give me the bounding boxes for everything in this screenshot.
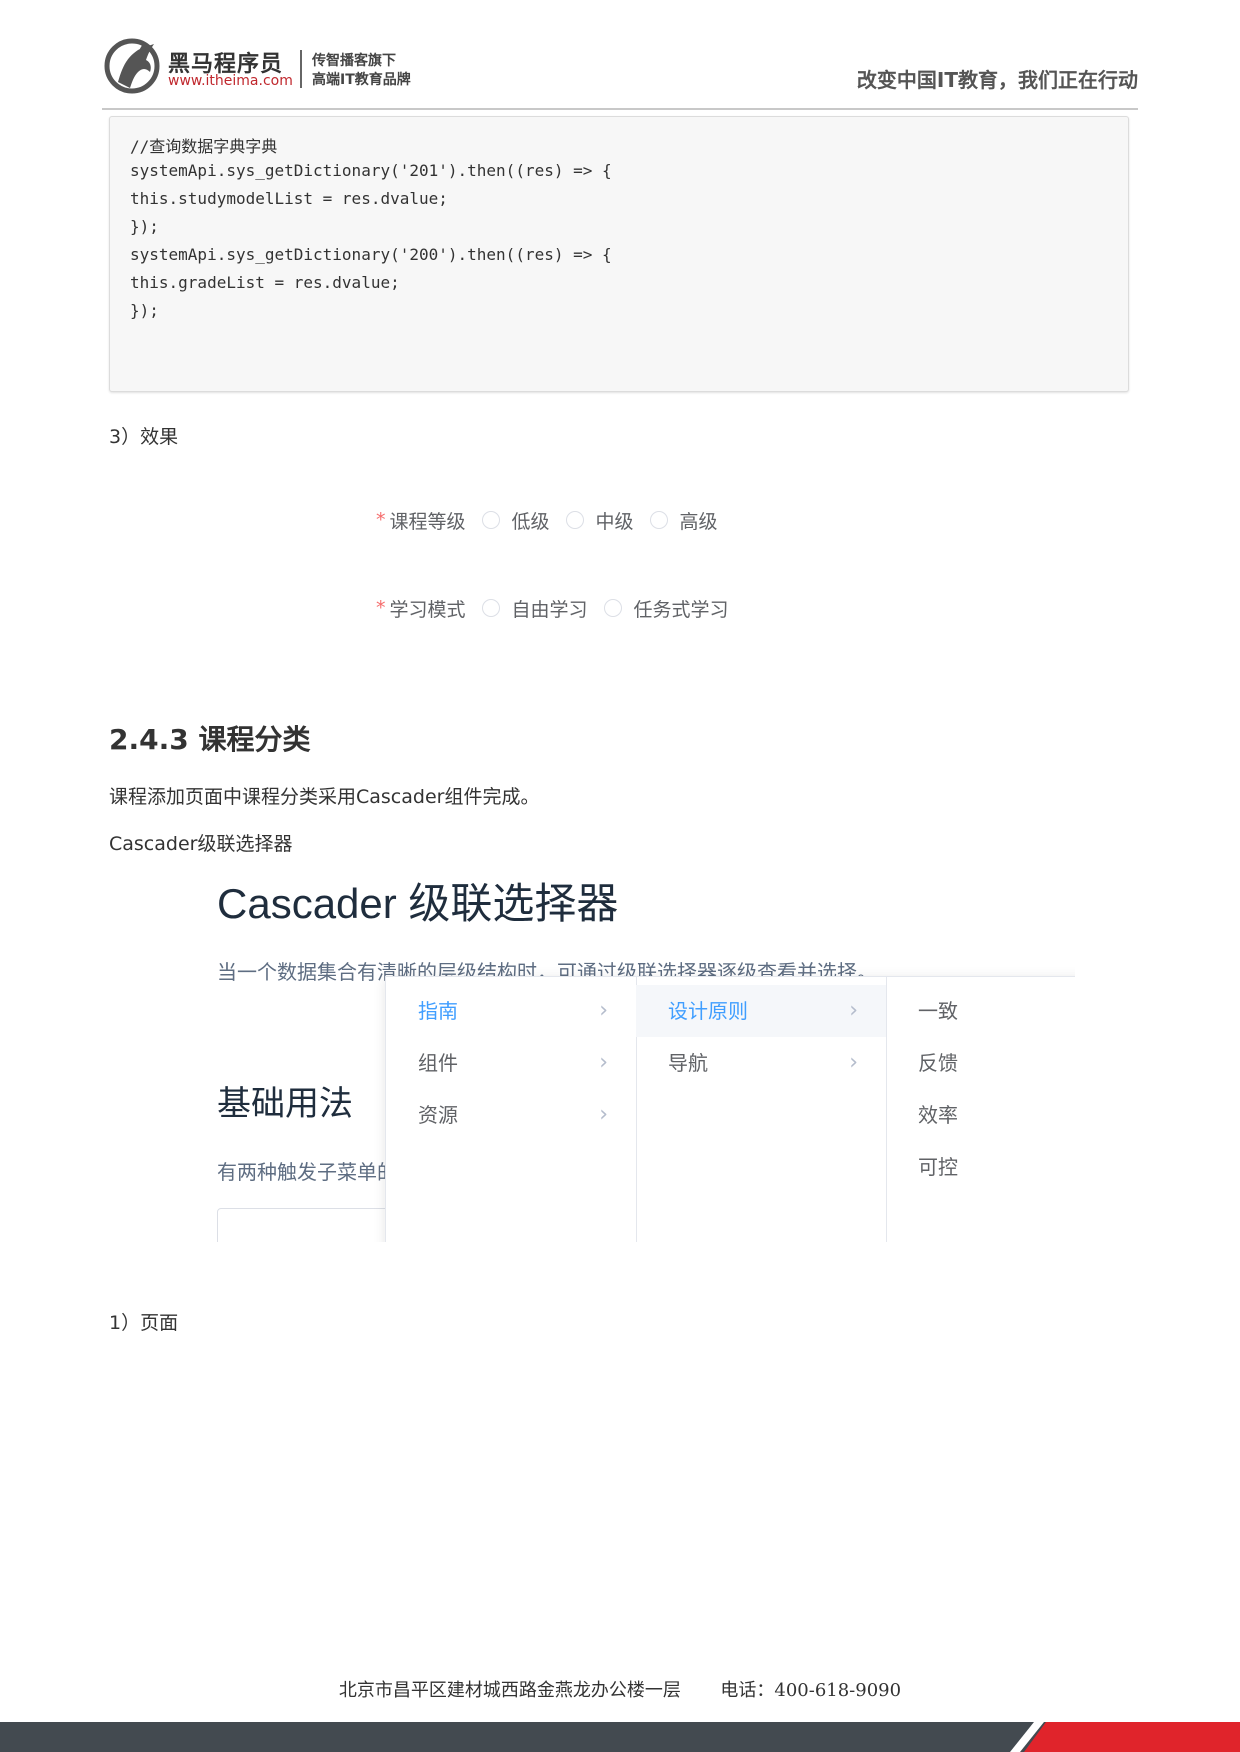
form-row-study-mode: * 学习模式 自由学习 任务式学习: [376, 595, 729, 621]
header-divider: [102, 108, 1138, 110]
radio-button[interactable]: [649, 511, 668, 529]
code-block: //查询数据字典字典 systemApi.sys_getDictionary('…: [109, 116, 1129, 392]
cascader-option[interactable]: 指南 ›: [386, 985, 636, 1037]
shot-subheading: 基础用法: [217, 1084, 353, 1124]
footer-accent: [1024, 1722, 1240, 1752]
option-label: 导航: [668, 1051, 708, 1075]
chevron-right-icon: ›: [849, 998, 858, 1023]
radio-label[interactable]: 低级: [512, 507, 550, 534]
chevron-right-icon: ›: [599, 1050, 608, 1075]
radio-label[interactable]: 自由学习: [512, 595, 588, 622]
section-heading: 2.4.3 课程分类: [109, 723, 311, 756]
cascader-option[interactable]: 反馈: [886, 1037, 1075, 1089]
code-line: systemApi.sys_getDictionary('201').then(…: [130, 161, 612, 180]
code-line: this.studymodelList = res.dvalue;: [130, 189, 448, 208]
option-label: 指南: [418, 999, 458, 1023]
footer-phone: 电话：400-618-9090: [720, 1680, 902, 1701]
code-line: //查询数据字典字典: [130, 137, 278, 156]
form-label-grade: 课程等级: [389, 510, 466, 533]
section-paragraph: Cascader级联选择器: [109, 833, 293, 855]
cascader-dropdown: 指南 › 组件 › 资源 › 设计原则 › 导航 › 一致 反馈 效率 可控: [385, 976, 1075, 1242]
form-label-study-mode: 学习模式: [389, 598, 466, 621]
option-label: 组件: [418, 1051, 458, 1075]
brand-divider: [300, 50, 302, 88]
radio-button[interactable]: [565, 511, 584, 529]
radio-button[interactable]: [481, 511, 500, 529]
radio-button[interactable]: [481, 599, 500, 617]
option-label: 资源: [418, 1103, 458, 1127]
brand-subtitle-1: 传智播客旗下: [312, 53, 396, 69]
option-label: 设计原则: [668, 999, 748, 1023]
radio-button[interactable]: [603, 599, 622, 617]
radio-label[interactable]: 高级: [680, 507, 718, 534]
chevron-right-icon: ›: [599, 998, 608, 1023]
horse-logo-icon: [104, 38, 160, 94]
radio-label[interactable]: 任务式学习: [634, 595, 729, 622]
code-line: this.gradeList = res.dvalue;: [130, 273, 400, 292]
brand-url: www.itheima.com: [168, 73, 293, 89]
cascader-option[interactable]: 设计原则 ›: [636, 985, 886, 1037]
code-line: });: [130, 217, 159, 236]
cascader-menu-2: 设计原则 › 导航 ›: [636, 977, 887, 1242]
footer-contact: 北京市昌平区建材城西路金燕龙办公楼一层 电话：400-618-9090: [0, 1676, 1240, 1702]
chevron-right-icon: ›: [599, 1102, 608, 1127]
cascader-option[interactable]: 可控: [886, 1141, 1075, 1193]
code-line: });: [130, 301, 159, 320]
cascader-option[interactable]: 导航 ›: [636, 1037, 886, 1089]
shot-title: Cascader 级联选择器: [217, 880, 619, 927]
code-line: systemApi.sys_getDictionary('200').then(…: [130, 245, 612, 264]
header-slogan: 改变中国IT教育，我们正在行动: [856, 68, 1138, 92]
chevron-right-icon: ›: [849, 1050, 858, 1075]
cascader-menu-3: 一致 反馈 效率 可控: [886, 977, 1075, 1242]
step-page-label: 1）页面: [109, 1312, 179, 1334]
cascader-option[interactable]: 组件 ›: [386, 1037, 636, 1089]
section-paragraph: 课程添加页面中课程分类采用Cascader组件完成。: [109, 786, 540, 808]
footer-address: 北京市昌平区建材城西路金燕龙办公楼一层: [338, 1680, 681, 1701]
required-mark: *: [376, 509, 386, 531]
step-effect-label: 3）效果: [109, 426, 179, 448]
cascader-option[interactable]: 资源 ›: [386, 1089, 636, 1141]
cascader-screenshot: Cascader 级联选择器 当一个数据集合有清晰的层级结构时，可通过级联选择器…: [205, 870, 1075, 1242]
form-row-grade: * 课程等级 低级 中级 高级: [376, 507, 718, 533]
radio-label[interactable]: 中级: [596, 507, 634, 534]
brand-subtitle-2: 高端IT教育品牌: [312, 72, 411, 88]
required-mark: *: [376, 597, 386, 619]
cascader-menu-1: 指南 › 组件 › 资源 ›: [386, 977, 637, 1242]
cascader-option[interactable]: 一致: [886, 985, 1075, 1037]
cascader-option[interactable]: 效率: [886, 1089, 1075, 1141]
